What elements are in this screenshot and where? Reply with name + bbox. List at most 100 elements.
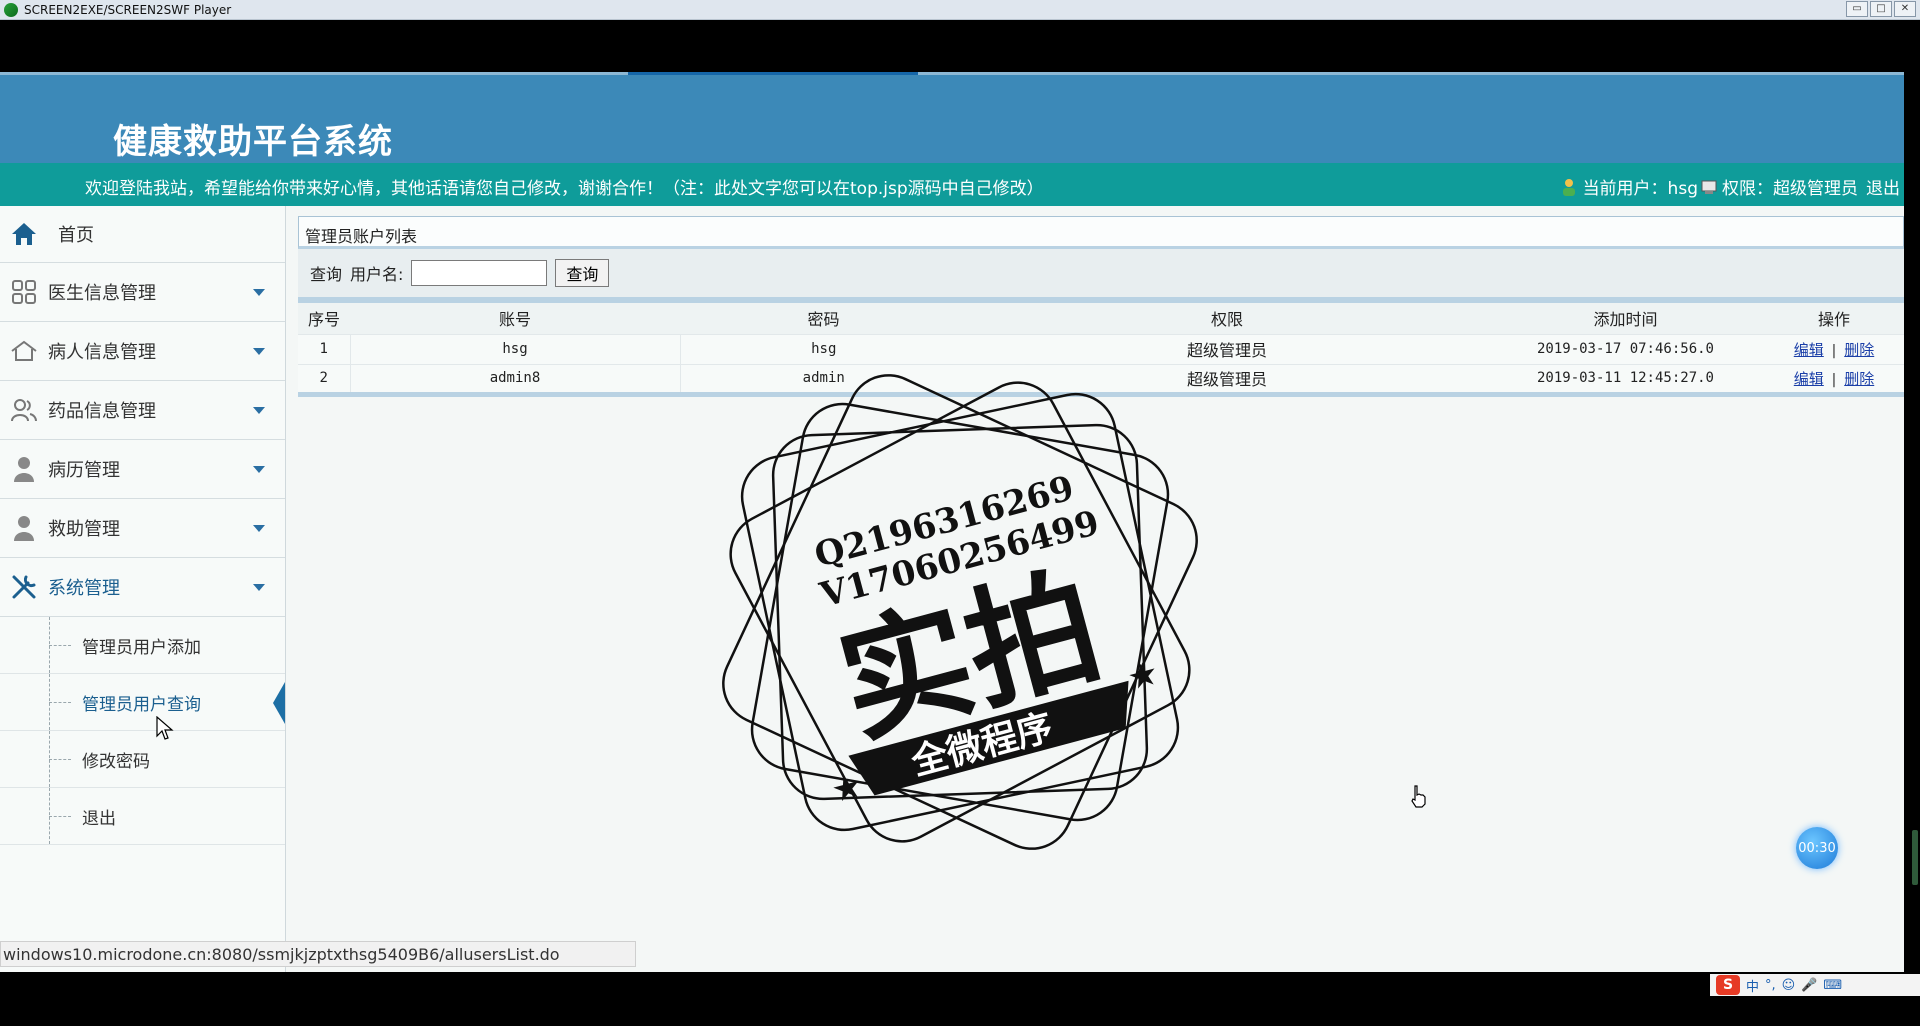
sidebar-item-medicine[interactable]: 药品信息管理 (0, 381, 285, 440)
status-bar-url: windows10.microdone.cn:8080/ssmjkjzptxth… (0, 941, 636, 967)
cell-password: admin (679, 363, 967, 394)
table-row: 2 admin8 admin 超级管理员 2019-03-11 12:45:27… (298, 363, 1904, 394)
tray-punct-icon[interactable]: °, (1765, 978, 1776, 993)
system-tray: S 中 °, ☺ 🎤 ⌨ (1710, 974, 1920, 996)
header-top-line (0, 72, 1904, 75)
sidebar-item-label: 救助管理 (48, 519, 120, 540)
cell-account: hsg (349, 333, 680, 364)
player-titlebar: SCREEN2EXE/SCREEN2SWF Player ▭ □ ✕ (0, 0, 1920, 20)
cell-actions: 编辑 | 删除 (1764, 363, 1904, 394)
letterbox-bottom (0, 972, 1920, 1026)
sidebar-item-home[interactable]: 首页 (0, 206, 285, 263)
hand-cursor-icon (1411, 785, 1426, 808)
permission-icon (1701, 180, 1717, 194)
maximize-button[interactable]: □ (1870, 1, 1892, 17)
permission-label: 权限：超级管理员 (1722, 179, 1858, 199)
player-logo-icon (4, 2, 18, 17)
tray-keyboard-icon[interactable]: ⌨ (1823, 978, 1842, 993)
cell-actions: 编辑 | 删除 (1764, 333, 1904, 364)
current-user-label: 当前用户：hsg (1582, 179, 1698, 199)
sidebar-item-label: 药品信息管理 (48, 401, 156, 422)
house-icon (10, 337, 38, 365)
column-header: 密码 (680, 303, 967, 334)
system-submenu: 管理员用户添加 管理员用户查询 修改密码 退出 (0, 617, 285, 845)
delete-link[interactable]: 删除 (1844, 370, 1874, 388)
edit-link[interactable]: 编辑 (1794, 341, 1824, 359)
tray-lang-icon[interactable]: 中 (1746, 976, 1759, 995)
search-prefix-label: 查询 (310, 265, 343, 284)
sidebar-subitem-admin-query[interactable]: 管理员用户查询 (0, 674, 285, 731)
user-icon (10, 455, 38, 483)
column-header: 权限 (967, 303, 1487, 334)
op-separator: | (1829, 371, 1839, 388)
sidebar-item-aid[interactable]: 救助管理 (0, 499, 285, 558)
site-title: 健康救助平台系统 (113, 122, 393, 162)
cell-account: admin8 (349, 363, 680, 394)
sidebar-subitem-change-password[interactable]: 修改密码 (0, 731, 285, 788)
admin-table: 序号 账号 密码 权限 添加时间 操作 1 hsg hsg 超级管理员 2019… (298, 303, 1904, 397)
table-row: 1 hsg hsg 超级管理员 2019-03-17 07:46:56.0 编辑… (298, 333, 1904, 364)
search-bar: 查询 用户名: 查询 (298, 249, 1904, 303)
sidebar-subitem-label: 修改密码 (82, 751, 150, 772)
chevron-down-icon (253, 289, 265, 296)
close-button[interactable]: ✕ (1894, 1, 1916, 17)
user-icon (1562, 178, 1575, 196)
sidebar-item-system[interactable]: 系统管理 (0, 558, 285, 617)
cell-role: 超级管理员 (967, 333, 1487, 364)
sidebar-subitem-logout[interactable]: 退出 (0, 788, 285, 845)
sidebar-item-patient[interactable]: 病人信息管理 (0, 322, 285, 381)
sidebar-item-records[interactable]: 病历管理 (0, 440, 285, 499)
column-header: 账号 (350, 303, 680, 334)
active-indicator-icon (273, 682, 285, 724)
tray-emoji-icon[interactable]: ☺ (1782, 978, 1796, 993)
grid-icon (10, 278, 38, 306)
chevron-down-icon (253, 525, 265, 532)
sidebar-subitem-admin-add[interactable]: 管理员用户添加 (0, 617, 285, 674)
delete-link[interactable]: 删除 (1844, 341, 1874, 359)
header-active-tab-indicator (628, 72, 918, 75)
sidebar-item-doctor[interactable]: 医生信息管理 (0, 263, 285, 322)
users-icon (10, 396, 38, 424)
sidebar-item-label: 系统管理 (48, 578, 120, 599)
cell-time: 2019-03-17 07:46:56.0 (1487, 333, 1764, 364)
column-header: 序号 (298, 303, 350, 334)
chevron-down-icon (253, 584, 265, 591)
sidebar-item-label: 医生信息管理 (48, 283, 156, 304)
main-content: 管理员账户列表 查询 用户名: 查询 序号 账号 密码 权限 添加时间 操作 1… (298, 216, 1904, 972)
sidebar-subitem-label: 退出 (82, 808, 116, 829)
notice-text: 欢迎登陆我站，希望能给你带来好心情，其他话语请您自己修改，谢谢合作！（注：此处文… (85, 179, 1044, 199)
edit-link[interactable]: 编辑 (1794, 370, 1824, 388)
input-method-logo-icon[interactable]: S (1716, 975, 1740, 995)
recording-timer: 00:30 (1796, 827, 1838, 869)
minimize-button[interactable]: ▭ (1846, 1, 1868, 17)
window-controls: ▭ □ ✕ (1846, 1, 1916, 17)
logout-link[interactable]: 退出 (1866, 174, 1900, 199)
arrow-cursor-icon (156, 716, 174, 740)
search-field-label: 用户名: (350, 265, 404, 284)
sidebar-item-label: 首页 (58, 225, 94, 246)
player-title: SCREEN2EXE/SCREEN2SWF Player (24, 2, 232, 17)
user-icon (10, 514, 38, 542)
browser-page: 健康救助平台系统 欢迎登陆我站，希望能给你带来好心情，其他话语请您自己修改，谢谢… (0, 72, 1904, 972)
home-icon (10, 220, 38, 248)
site-header: 健康救助平台系统 (0, 72, 1904, 163)
notice-bar: 欢迎登陆我站，希望能给你带来好心情，其他话语请您自己修改，谢谢合作！（注：此处文… (0, 163, 1904, 206)
cell-index: 2 (298, 363, 350, 394)
chevron-down-icon (253, 407, 265, 414)
scroll-thumb[interactable] (1912, 830, 1918, 885)
cell-time: 2019-03-11 12:45:27.0 (1487, 363, 1764, 394)
column-header: 添加时间 (1487, 303, 1764, 334)
tools-icon (10, 573, 38, 601)
search-button[interactable]: 查询 (555, 259, 610, 287)
user-info: 当前用户：hsg 权限：超级管理员 退出 (1561, 174, 1900, 199)
sidebar-subitem-label: 管理员用户添加 (82, 637, 201, 658)
sidebar: 首页 医生信息管理 病人信息管理 药品信息管理 病历管理 救助管理 系统管理 管… (0, 206, 286, 972)
sidebar-subitem-label: 管理员用户查询 (82, 694, 201, 715)
tray-mic-icon[interactable]: 🎤 (1801, 978, 1817, 993)
letterbox-top (0, 20, 1920, 72)
chevron-down-icon (253, 466, 265, 473)
panel-title: 管理员账户列表 (298, 216, 1904, 249)
cell-role: 超级管理员 (967, 363, 1487, 394)
table-header-row: 序号 账号 密码 权限 添加时间 操作 (298, 303, 1904, 334)
username-search-input[interactable] (411, 260, 548, 286)
